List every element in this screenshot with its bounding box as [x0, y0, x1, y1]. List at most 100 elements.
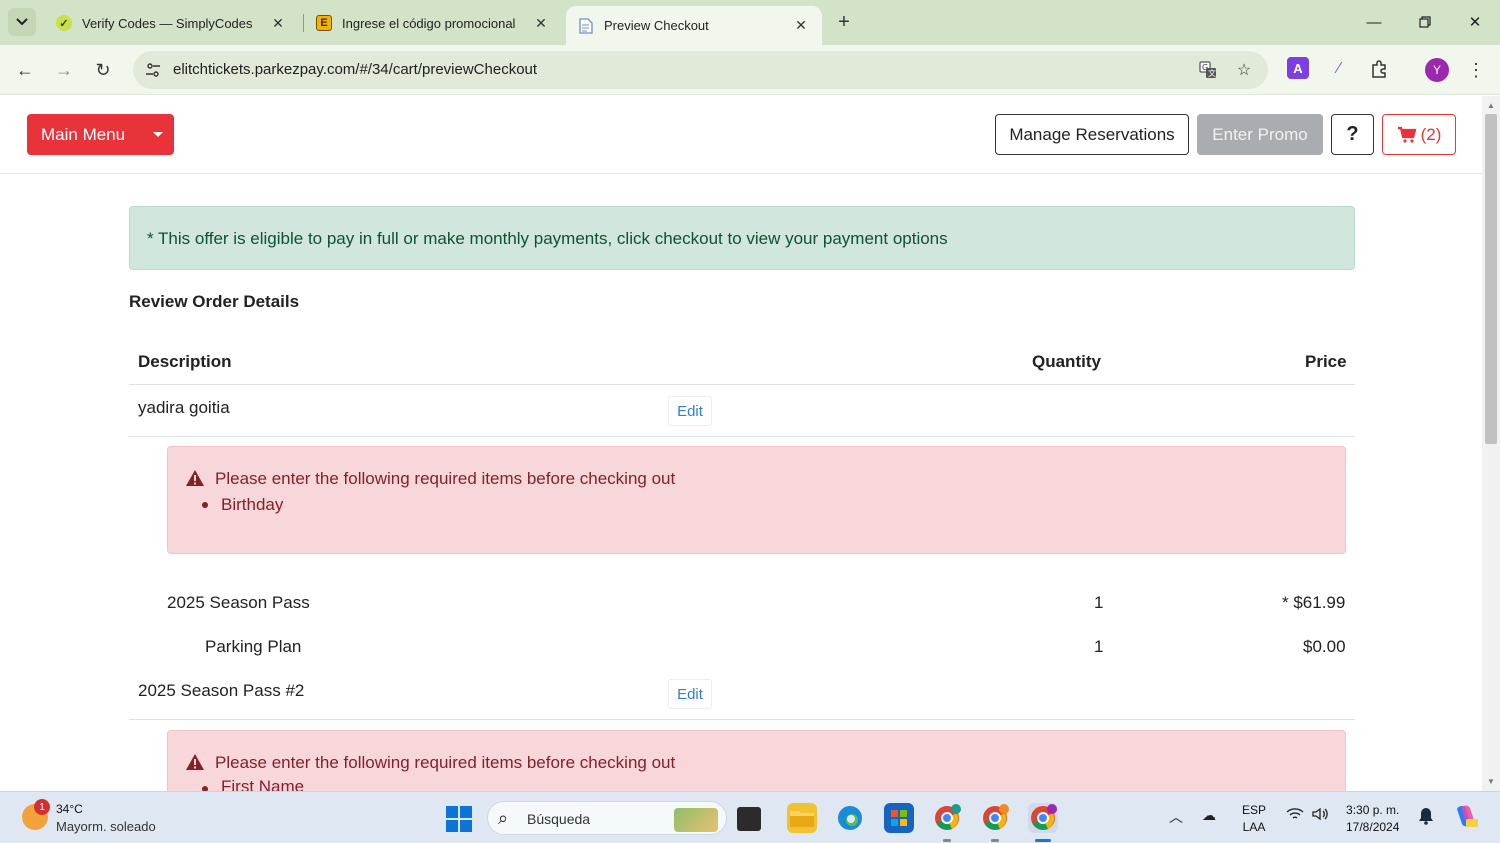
help-button[interactable]: ?: [1331, 114, 1374, 155]
onedrive-sync-icon[interactable]: ☁: [1202, 807, 1216, 824]
plus-icon: +: [838, 10, 850, 33]
reload-button[interactable]: ↻: [89, 56, 117, 84]
page-icon: [578, 17, 594, 34]
tab-preview-checkout[interactable]: Preview Checkout ✕: [566, 6, 822, 45]
address-bar[interactable]: elitchtickets.parkezpay.com/#/34/cart/pr…: [133, 51, 1268, 89]
close-icon: ✕: [1468, 14, 1482, 31]
tab-title: Preview Checkout: [604, 18, 709, 33]
manage-reservations-label: Manage Reservations: [1009, 124, 1175, 144]
tab-search-button[interactable]: [8, 8, 36, 36]
back-button[interactable]: ←: [11, 56, 39, 84]
search-placeholder: Búsqueda: [527, 811, 591, 827]
new-tab-button[interactable]: +: [832, 10, 856, 34]
browser-tab-bar: ✓ Verify Codes — SimplyCodes ✕ E Ingrese…: [0, 0, 1500, 45]
missing-item: Birthday: [221, 495, 284, 514]
item-price: * $61.99: [1282, 593, 1346, 612]
table-divider: [129, 384, 1355, 385]
shopping-cart-icon: [1397, 126, 1417, 143]
chevron-down-icon: [16, 18, 28, 26]
chrome-profile-2-icon[interactable]: [980, 803, 1010, 833]
edit-label: Edit: [677, 402, 703, 420]
scroll-up-arrow-icon[interactable]: ▲: [1486, 100, 1496, 110]
edge-browser-icon[interactable]: [835, 803, 865, 833]
required-items-alert: Please enter the following required item…: [167, 446, 1346, 554]
cart-button[interactable]: (2): [1382, 114, 1456, 155]
weather-description[interactable]: Mayorm. soleado: [56, 819, 156, 834]
main-menu-button[interactable]: Main Menu: [27, 114, 174, 155]
item-description: Parking Plan: [205, 637, 302, 656]
url-text[interactable]: elitchtickets.parkezpay.com/#/34/cart/pr…: [173, 61, 537, 78]
close-icon[interactable]: ✕: [532, 14, 550, 32]
close-icon[interactable]: ✕: [792, 17, 810, 35]
close-window-button[interactable]: ✕: [1460, 8, 1490, 36]
svg-text:文: 文: [1208, 68, 1216, 78]
required-items-message: Please enter the following required item…: [215, 753, 676, 772]
profile-avatar[interactable]: Y: [1425, 58, 1449, 82]
help-label: ?: [1346, 123, 1359, 145]
page-scrollbar[interactable]: ▲ ▼: [1482, 96, 1500, 791]
tab-simplycodes[interactable]: ✓ Verify Codes — SimplyCodes ✕: [44, 6, 299, 40]
minimize-button[interactable]: —: [1359, 8, 1389, 36]
windows-taskbar: 1 34°C Mayorm. soleado ⌕ Búsqueda ︿ ☁ ES…: [0, 791, 1500, 843]
notification-bell-icon[interactable]: [1418, 807, 1434, 828]
forward-button[interactable]: →: [50, 56, 78, 84]
guest-name: yadira goitia: [138, 398, 230, 417]
missing-item: First Name: [221, 777, 305, 791]
extension-a-icon[interactable]: A: [1287, 57, 1309, 79]
weather-temperature[interactable]: 34°C: [56, 802, 83, 816]
payment-options-alert: * This offer is eligible to pay in full …: [129, 206, 1355, 270]
scroll-down-arrow-icon[interactable]: ▼: [1486, 776, 1496, 786]
chrome-profile-1-icon[interactable]: [932, 803, 962, 833]
close-icon[interactable]: ✕: [269, 14, 287, 32]
restore-icon: [1419, 16, 1431, 28]
file-explorer-icon[interactable]: [787, 803, 817, 833]
edit-button[interactable]: Edit: [668, 396, 712, 426]
tab-title: Verify Codes — SimplyCodes: [82, 15, 253, 31]
translate-icon[interactable]: G文: [1196, 58, 1220, 82]
browser-menu-icon[interactable]: ⋮: [1466, 57, 1486, 83]
restore-button[interactable]: [1410, 8, 1440, 36]
review-order-title: Review Order Details: [129, 292, 300, 311]
bullet-dot: [202, 502, 208, 508]
chevron-up-icon[interactable]: ︿: [1169, 807, 1183, 827]
extensions-puzzle-icon[interactable]: [1367, 57, 1391, 81]
enter-promo-label: Enter Promo: [1212, 124, 1308, 144]
table-divider: [129, 436, 1355, 437]
enter-promo-button[interactable]: Enter Promo: [1197, 114, 1323, 155]
warning-triangle-icon: [186, 470, 204, 486]
extension-pen-icon[interactable]: ⁄: [1327, 57, 1351, 81]
reload-icon: ↻: [95, 59, 111, 80]
microsoft-store-icon[interactable]: [884, 803, 914, 833]
item-description: 2025 Season Pass: [167, 593, 310, 612]
search-highlight-image: [674, 808, 718, 832]
payment-options-text: * This offer is eligible to pay in full …: [147, 229, 948, 248]
item-price: $0.00: [1303, 637, 1346, 656]
browser-toolbar: ← → ↻ elitchtickets.parkezpay.com/#/34/c…: [0, 45, 1500, 95]
taskbar-search[interactable]: ⌕ Búsqueda: [487, 801, 727, 835]
edit-button[interactable]: Edit: [668, 679, 712, 709]
clock-date: 17/8/2024: [1346, 820, 1400, 834]
bookmark-star-icon[interactable]: ☆: [1232, 58, 1256, 82]
guest-name: 2025 Season Pass #2: [138, 681, 305, 700]
input-language[interactable]: ESP LAA: [1242, 802, 1266, 836]
scroll-thumb[interactable]: [1485, 114, 1497, 444]
site-header: Main Menu Manage Reservations Enter Prom…: [0, 96, 1482, 174]
system-clock[interactable]: 3:30 p. m. 17/8/2024: [1346, 802, 1399, 836]
tab-promo-code[interactable]: E Ingrese el código promocional ✕: [304, 6, 562, 40]
wifi-icon[interactable]: [1286, 807, 1304, 824]
page-content: Main Menu Manage Reservations Enter Prom…: [0, 96, 1482, 791]
windows-start-icon[interactable]: [446, 806, 472, 832]
chrome-profile-3-icon[interactable]: [1028, 803, 1058, 833]
column-header-description: Description: [138, 352, 232, 371]
site-info-icon[interactable]: [141, 58, 165, 82]
copilot-icon[interactable]: [1453, 803, 1479, 832]
volume-icon[interactable]: [1312, 807, 1330, 824]
required-items-alert: Please enter the following required item…: [167, 730, 1346, 791]
task-view-icon[interactable]: [737, 807, 761, 831]
e-site-icon: E: [316, 15, 332, 31]
tab-title: Ingrese el código promocional: [342, 15, 516, 31]
manage-reservations-button[interactable]: Manage Reservations: [995, 114, 1189, 155]
column-header-quantity: Quantity: [1032, 352, 1101, 371]
running-indicator: [943, 839, 951, 842]
warning-triangle-icon: [186, 754, 204, 770]
